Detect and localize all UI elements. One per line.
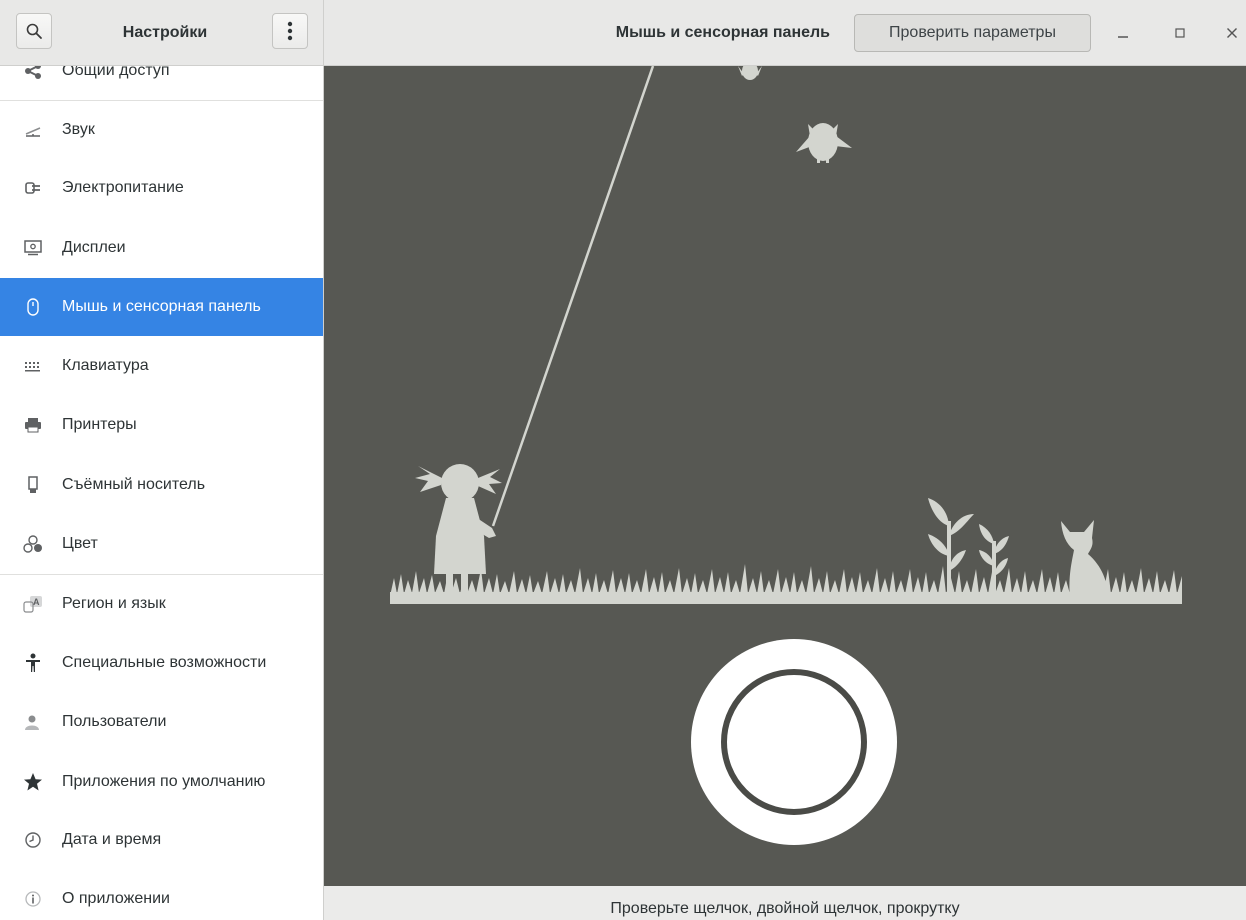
sidebar-item-users[interactable]: Пользователи	[0, 693, 323, 751]
close-button[interactable]	[1221, 22, 1243, 44]
search-button[interactable]	[16, 13, 52, 49]
main-headerbar: Мышь и сенсорная панель Проверить параме…	[324, 0, 1246, 66]
sidebar-item-color[interactable]: Цвет	[0, 515, 323, 573]
sidebar-item-label: Цвет	[62, 535, 98, 552]
double-click-target[interactable]	[691, 639, 897, 845]
sidebar-item-printers[interactable]: Принтеры	[0, 396, 323, 454]
owl-icon	[738, 66, 762, 80]
sidebar-item-mouse[interactable]: Мышь и сенсорная панель	[0, 278, 323, 336]
test-scene-illustration	[390, 66, 1182, 845]
girl-silhouette	[415, 464, 502, 596]
sidebar-item-label: Принтеры	[62, 416, 137, 433]
sidebar-headerbar: Настройки	[0, 0, 324, 66]
settings-title: Настройки	[122, 24, 208, 41]
test-settings-button[interactable]: Проверить параметры	[854, 14, 1091, 52]
test-instructions-bar: Проверьте щелчок, двойной щелчок, прокру…	[324, 886, 1246, 920]
users-icon	[22, 711, 44, 733]
sidebar: Общий доступ Звук Электропитание Дисплеи…	[0, 66, 324, 920]
sidebar-item-region[interactable]: A Регион и язык	[0, 575, 323, 633]
sidebar-item-label: Пользователи	[62, 713, 167, 730]
sidebar-item-datetime[interactable]: Дата и время	[0, 811, 323, 869]
region-language-icon: A	[22, 593, 44, 615]
share-icon	[22, 66, 44, 82]
sidebar-item-label: Электропитание	[62, 179, 184, 196]
sidebar-item-label: Съёмный носитель	[62, 476, 206, 493]
sidebar-item-label: Общий доступ	[62, 66, 170, 79]
power-icon	[22, 177, 44, 199]
keyboard-icon	[22, 355, 44, 377]
menu-button[interactable]	[272, 13, 308, 49]
mouse-icon	[22, 296, 44, 318]
test-instructions-text: Проверьте щелчок, двойной щелчок, прокру…	[610, 900, 960, 917]
sidebar-item-sharing[interactable]: Общий доступ	[0, 66, 323, 100]
sidebar-item-label: О приложении	[62, 890, 170, 907]
minimize-icon	[1118, 36, 1128, 38]
sidebar-item-removable-media[interactable]: Съёмный носитель	[0, 456, 323, 514]
sidebar-item-label: Дата и время	[62, 831, 162, 848]
sidebar-item-label: Регион и язык	[62, 595, 166, 612]
maximize-button[interactable]	[1169, 22, 1191, 44]
sidebar-item-label: Мышь и сенсорная панель	[62, 298, 261, 315]
removable-media-icon	[22, 474, 44, 496]
close-icon	[1227, 28, 1237, 38]
sidebar-item-keyboard[interactable]: Клавиатура	[0, 337, 323, 395]
accessibility-icon	[22, 652, 44, 674]
sidebar-item-label: Звук	[62, 121, 95, 138]
search-icon	[26, 23, 42, 39]
minimize-button[interactable]	[1112, 22, 1134, 44]
kite-string	[491, 66, 655, 527]
info-icon	[22, 888, 44, 910]
display-icon	[22, 237, 44, 259]
printer-icon	[22, 414, 44, 436]
vertical-dots-icon	[287, 21, 293, 41]
page-title: Мышь и сенсорная панель	[615, 24, 830, 41]
sidebar-item-power[interactable]: Электропитание	[0, 159, 323, 217]
sidebar-item-label: Дисплеи	[62, 239, 126, 256]
maximize-icon	[1175, 28, 1185, 38]
sidebar-item-displays[interactable]: Дисплеи	[0, 219, 323, 277]
clock-icon	[22, 829, 44, 851]
sidebar-item-about[interactable]: О приложении	[0, 870, 323, 920]
sidebar-item-sound[interactable]: Звук	[0, 101, 323, 159]
grass-silhouette	[390, 564, 1182, 604]
sidebar-item-default-apps[interactable]: Приложения по умолчанию	[0, 753, 323, 811]
sidebar-item-label: Специальные возможности	[62, 654, 267, 671]
mouse-test-area[interactable]	[324, 66, 1246, 886]
color-icon	[22, 533, 44, 555]
owl-icon	[796, 123, 852, 163]
sidebar-item-label: Клавиатура	[62, 357, 149, 374]
sidebar-item-label: Приложения по умолчанию	[62, 773, 266, 790]
star-icon	[22, 771, 44, 793]
sound-icon	[22, 119, 44, 141]
sidebar-item-accessibility[interactable]: Специальные возможности	[0, 634, 323, 692]
svg-text:A: A	[33, 597, 40, 607]
